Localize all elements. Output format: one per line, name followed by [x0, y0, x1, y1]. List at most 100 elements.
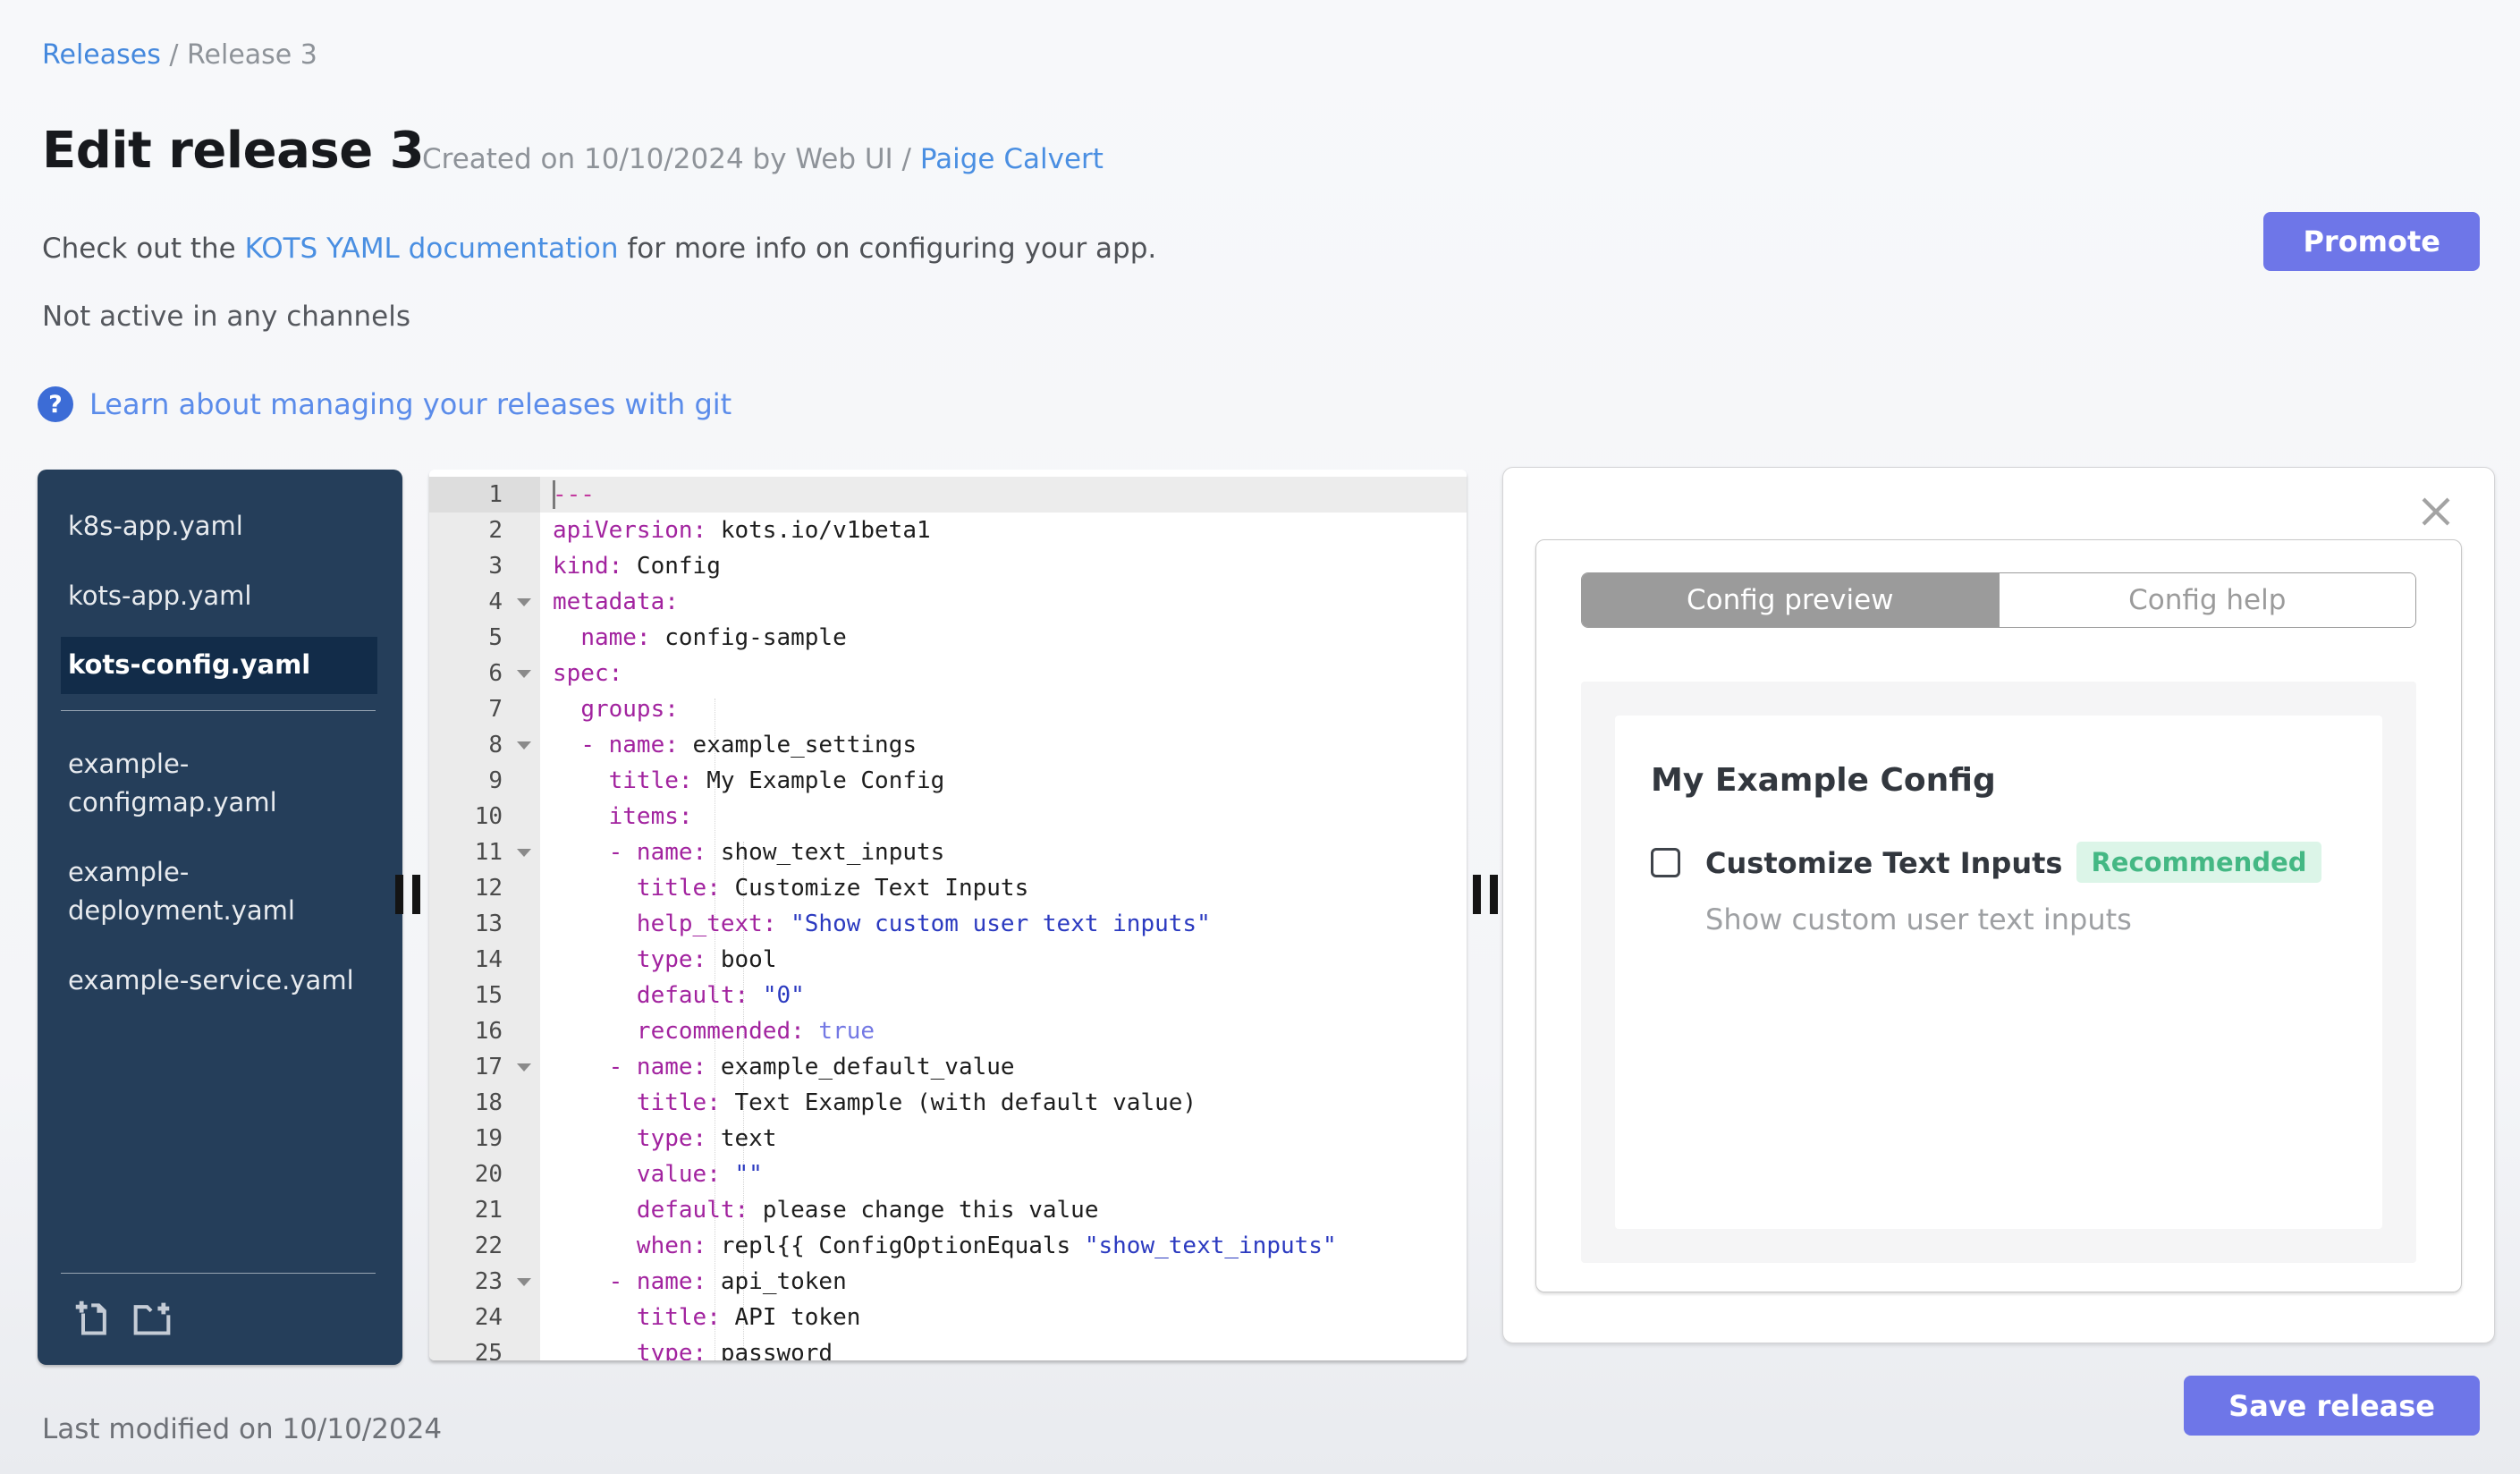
code-text: title: API token — [636, 1304, 861, 1331]
code-text: - name: api_token — [608, 1268, 847, 1295]
code-text: value: "" — [636, 1161, 763, 1188]
code-line-3[interactable]: 3 kind: Config — [429, 548, 1467, 584]
code-line-19[interactable]: 19 type: text — [429, 1121, 1467, 1156]
learn-git-link[interactable]: Learn about managing your releases with … — [89, 387, 731, 421]
line-number: 11 — [429, 834, 540, 870]
code-line-21[interactable]: 21 default: please change this value — [429, 1192, 1467, 1228]
code-line-10[interactable]: 10 items: — [429, 799, 1467, 834]
sidebar-footer-divider — [61, 1273, 376, 1274]
line-number: 12 — [429, 870, 540, 906]
code-line-9[interactable]: 9 title: My Example Config — [429, 763, 1467, 799]
code-line-11[interactable]: 11 - name: show_text_inputs — [429, 834, 1467, 870]
editor-resize-handle[interactable] — [1473, 875, 1500, 914]
code-line-2[interactable]: 2 apiVersion: kots.io/v1beta1 — [429, 513, 1467, 548]
code-text: type: password — [636, 1340, 833, 1360]
line-number: 25 — [429, 1335, 540, 1360]
line-number: 23 — [429, 1264, 540, 1300]
code-line-23[interactable]: 23 - name: api_token — [429, 1264, 1467, 1300]
file-item-k8s-app.yaml[interactable]: k8s-app.yaml — [61, 498, 377, 555]
file-item-example-configmap.yaml[interactable]: example-configmap.yaml — [61, 736, 377, 832]
docs-hint: Check out the KOTS YAML documentation fo… — [42, 233, 1156, 265]
line-number: 18 — [429, 1085, 540, 1121]
line-number: 22 — [429, 1228, 540, 1264]
promote-button[interactable]: Promote — [2263, 212, 2480, 271]
line-number: 21 — [429, 1192, 540, 1228]
file-item-kots-app.yaml[interactable]: kots-app.yaml — [61, 568, 377, 625]
preview-body: My Example Config Customize Text Inputs R… — [1581, 682, 2416, 1263]
fold-arrow-icon[interactable] — [517, 598, 531, 606]
code-line-24[interactable]: 24 title: API token — [429, 1300, 1467, 1335]
config-item-help: Show custom user text inputs — [1705, 902, 2132, 936]
file-item-example-deployment.yaml[interactable]: example-deployment.yaml — [61, 844, 377, 940]
line-number: 15 — [429, 978, 540, 1013]
tab-config-preview[interactable]: Config preview — [1582, 573, 1999, 627]
new-folder-icon[interactable] — [132, 1299, 172, 1342]
code-text: - name: example_default_value — [608, 1054, 1015, 1080]
line-number: 20 — [429, 1156, 540, 1192]
preview-tabs: Config preview Config help — [1581, 572, 2416, 628]
author-link[interactable]: Paige Calvert — [920, 143, 1104, 175]
code-line-25[interactable]: 25 type: password — [429, 1335, 1467, 1360]
code-text: items: — [608, 803, 693, 830]
code-text: title: My Example Config — [608, 767, 945, 794]
line-number: 4 — [429, 584, 540, 620]
code-text: type: bool — [636, 946, 777, 973]
fold-arrow-icon[interactable] — [517, 1278, 531, 1286]
line-number: 10 — [429, 799, 540, 834]
code-line-7[interactable]: 7 groups: — [429, 691, 1467, 727]
customize-text-inputs-checkbox[interactable] — [1651, 847, 1680, 877]
breadcrumb-current: Release 3 — [187, 39, 317, 71]
code-line-18[interactable]: 18 title: Text Example (with default val… — [429, 1085, 1467, 1121]
close-icon[interactable] — [2417, 493, 2455, 530]
code-text: apiVersion: kots.io/v1beta1 — [553, 517, 931, 544]
fold-arrow-icon[interactable] — [517, 741, 531, 750]
code-line-5[interactable]: 5 name: config-sample — [429, 620, 1467, 656]
new-file-icon[interactable] — [73, 1299, 113, 1342]
code-line-4[interactable]: 4 metadata: — [429, 584, 1467, 620]
code-text: default: please change this value — [636, 1197, 1099, 1224]
breadcrumb-releases-link[interactable]: Releases — [42, 39, 161, 71]
code-line-14[interactable]: 14 type: bool — [429, 942, 1467, 978]
code-line-16[interactable]: 16 recommended: true — [429, 1013, 1467, 1049]
code-line-6[interactable]: 6 spec: — [429, 656, 1467, 691]
file-item-example-service.yaml[interactable]: example-service.yaml — [61, 953, 377, 1010]
code-line-8[interactable]: 8 - name: example_settings — [429, 727, 1467, 763]
code-text: type: text — [636, 1125, 777, 1152]
fold-arrow-icon[interactable] — [517, 670, 531, 678]
line-number: 14 — [429, 942, 540, 978]
line-number: 19 — [429, 1121, 540, 1156]
code-text: when: repl{{ ConfigOptionEquals "show_te… — [636, 1233, 1337, 1259]
question-circle-icon: ? — [38, 386, 73, 422]
fold-arrow-icon[interactable] — [517, 1063, 531, 1072]
code-line-15[interactable]: 15 default: "0" — [429, 978, 1467, 1013]
code-line-20[interactable]: 20 value: "" — [429, 1156, 1467, 1192]
config-group-title: My Example Config — [1651, 762, 1996, 799]
sidebar-footer — [38, 1273, 402, 1365]
sidebar-resize-handle[interactable] — [395, 875, 422, 914]
line-number: 7 — [429, 691, 540, 727]
yaml-editor[interactable]: 1 --- 2 apiVersion: kots.io/v1beta1 3 kind: C… — [429, 470, 1467, 1360]
tab-config-help[interactable]: Config help — [1998, 573, 2415, 627]
save-release-button[interactable]: Save release — [2184, 1376, 2480, 1436]
code-line-22[interactable]: 22 when: repl{{ ConfigOptionEquals "show… — [429, 1228, 1467, 1264]
line-number: 24 — [429, 1300, 540, 1335]
code-line-1[interactable]: 1 --- — [429, 477, 1467, 513]
code-line-17[interactable]: 17 - name: example_default_value — [429, 1049, 1467, 1085]
code-text: help_text: "Show custom user text inputs… — [636, 911, 1211, 937]
fold-arrow-icon[interactable] — [517, 849, 531, 857]
code-text: title: Text Example (with default value) — [636, 1089, 1197, 1116]
file-item-kots-config.yaml[interactable]: kots-config.yaml — [61, 637, 377, 694]
code-line-13[interactable]: 13 help_text: "Show custom user text inp… — [429, 906, 1467, 942]
docs-hint-prefix: Check out the — [42, 233, 245, 265]
file-sidebar: k8s-app.yaml kots-app.yaml kots-config.yam… — [38, 470, 402, 1365]
editor-lines: 1 --- 2 apiVersion: kots.io/v1beta1 3 kind: C… — [429, 470, 1467, 1360]
config-item-label: Customize Text Inputs — [1705, 846, 2063, 880]
last-modified-text: Last modified on 10/10/2024 — [42, 1413, 443, 1445]
code-text: spec: — [553, 660, 623, 687]
docs-hint-suffix: for more info on configuring your app. — [618, 233, 1157, 265]
code-text: - name: example_settings — [580, 732, 917, 758]
line-number: 5 — [429, 620, 540, 656]
created-on-text: Created on 10/10/2024 by Web UI / — [422, 143, 920, 175]
code-line-12[interactable]: 12 title: Customize Text Inputs — [429, 870, 1467, 906]
kots-docs-link[interactable]: KOTS YAML documentation — [245, 233, 619, 265]
